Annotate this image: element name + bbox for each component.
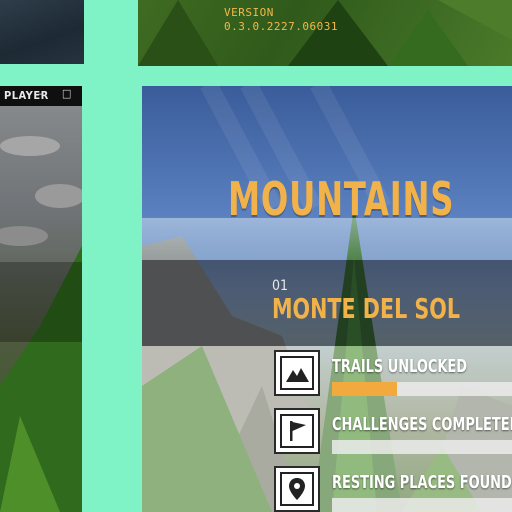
progress-bar — [332, 382, 512, 396]
flag-icon — [280, 414, 314, 448]
mountain-icon — [280, 356, 314, 390]
maximize-button[interactable]: □ — [62, 87, 71, 100]
minimize-button[interactable]: – — [38, 87, 43, 100]
version-label: VERSION — [224, 6, 274, 19]
progress-fill — [332, 382, 397, 396]
stat-challenges-completed[interactable]: CHALLENGES COMPLETED — [274, 408, 512, 464]
stat-label: RESTING PLACES FOUND — [332, 472, 512, 493]
version-number: 0.3.0.2227.06031 — [224, 20, 338, 33]
stat-trails-unlocked[interactable]: TRAILS UNLOCKED — [274, 350, 512, 406]
stat-resting-places-found[interactable]: RESTING PLACES FOUND — [274, 466, 512, 512]
mini-player-shade — [0, 262, 82, 342]
mountains-panel: MOUNTAINS 01 MONTE DEL SOL TRAILS UNLOCK… — [142, 86, 512, 512]
location-name[interactable]: MONTE DEL SOL — [272, 292, 460, 325]
progress-bar — [332, 440, 512, 454]
top-left-panel — [0, 0, 84, 64]
stat-label: CHALLENGES COMPLETED — [332, 414, 512, 435]
forest-background — [138, 0, 512, 66]
progress-bar — [332, 498, 512, 512]
map-pin-icon — [280, 472, 314, 506]
game-preview-panel: VERSION 0.3.0.2227.06031 — [138, 0, 512, 66]
mini-player-titlebar: PLAYER – □ — [0, 86, 82, 106]
stat-label: TRAILS UNLOCKED — [332, 356, 468, 377]
section-title: MOUNTAINS — [228, 172, 455, 226]
mini-player-panel: PLAYER – □ — [0, 86, 82, 512]
